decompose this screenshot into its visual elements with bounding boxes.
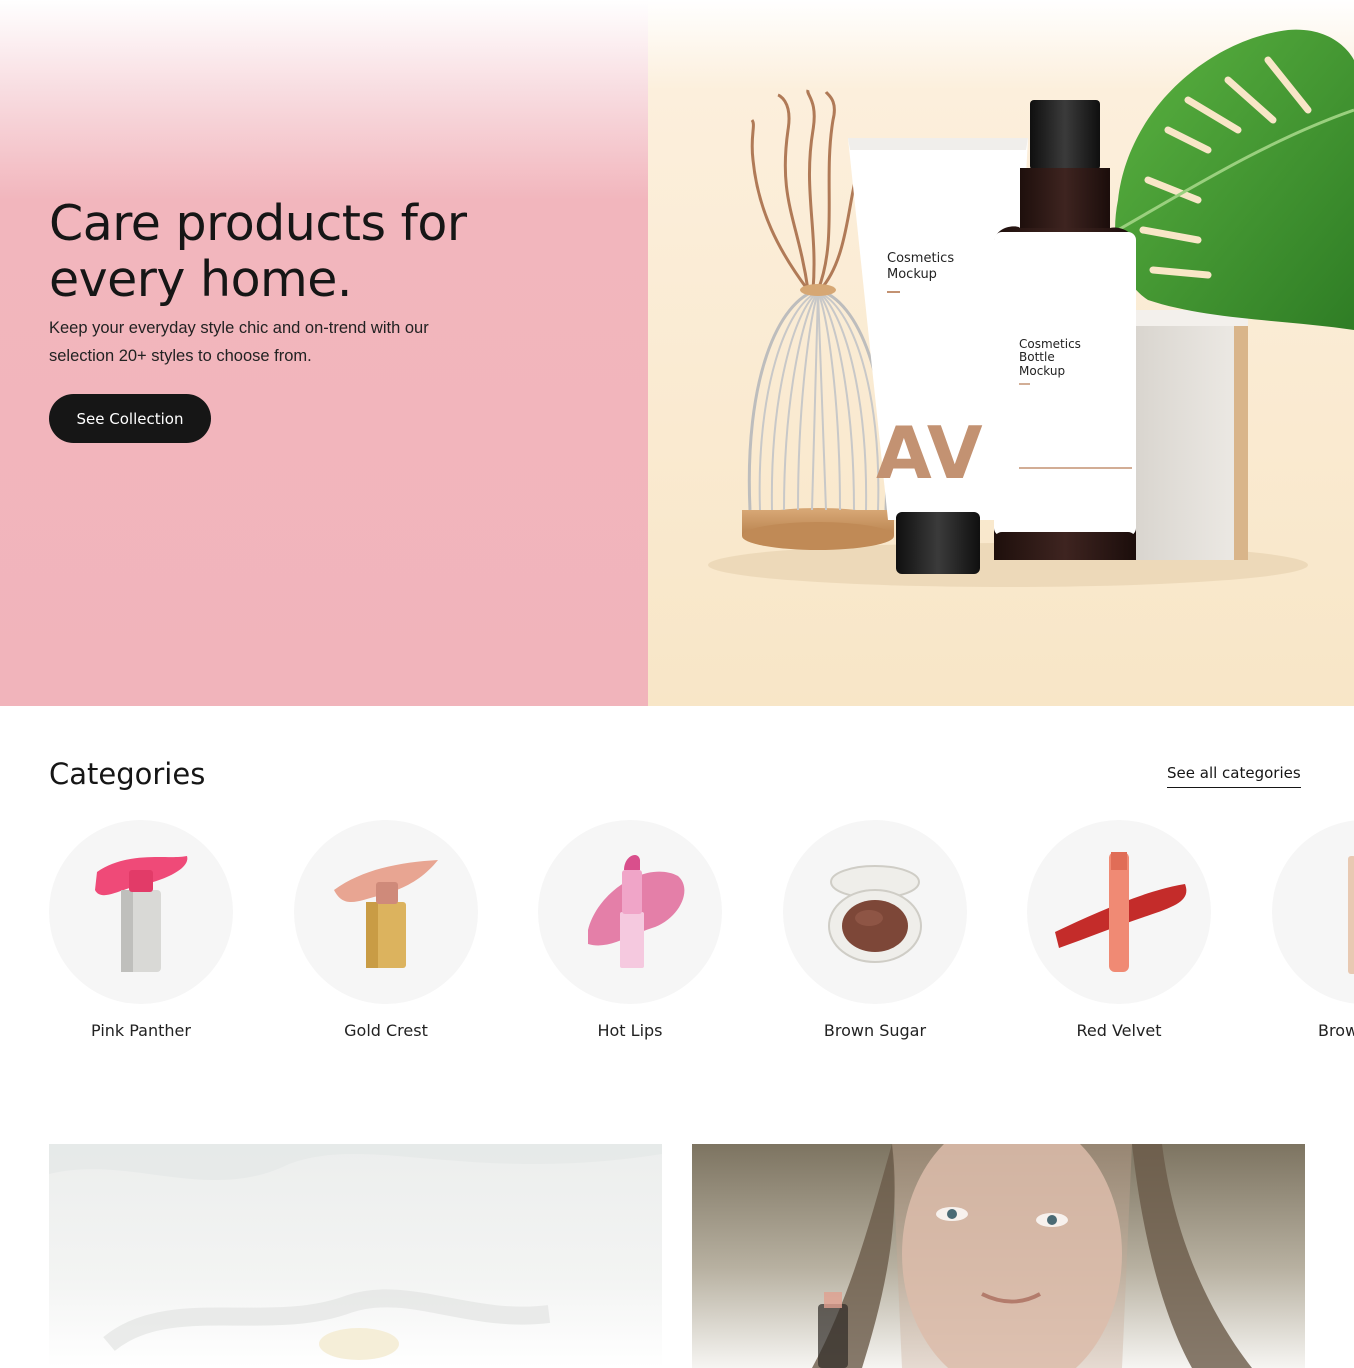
category-label: Gold Crest: [344, 1021, 428, 1040]
category-item-brow[interactable]: Brow: [1272, 820, 1354, 1042]
categories-title: Categories: [49, 757, 206, 791]
category-image: [538, 820, 722, 1004]
lip-tint-icon: [1055, 852, 1187, 972]
category-label: Red Velvet: [1076, 1021, 1162, 1040]
hero-title: Care products for every home.: [49, 195, 467, 308]
hero-product-image: Cosmetics Mockup AV Cosmetics Bottle Moc…: [708, 29, 1354, 587]
tube-monogram: AV: [876, 411, 983, 495]
category-label: Hot Lips: [597, 1021, 663, 1040]
category-image: [1027, 820, 1211, 1004]
category-item-red-velvet[interactable]: Red Velvet: [1027, 820, 1211, 1042]
category-item-pink-panther[interactable]: Pink Panther: [49, 820, 233, 1042]
category-image: [49, 820, 233, 1004]
category-label: Brown Sugar: [823, 1021, 927, 1040]
see-all-categories-link[interactable]: See all categories: [1167, 762, 1301, 788]
category-item-hot-lips[interactable]: Hot Lips: [538, 820, 722, 1042]
category-label: Brow: [1318, 1021, 1354, 1040]
blush-stick-icon: [334, 860, 438, 968]
hero-text-panel: Care products for every home. Keep your …: [0, 0, 648, 706]
brow-pencil-icon: [1348, 856, 1354, 974]
promo-card-left[interactable]: [49, 1144, 662, 1368]
category-item-brown-sugar[interactable]: Brown Sugar: [783, 820, 967, 1042]
category-label: Pink Panther: [91, 1021, 191, 1040]
category-image: [294, 820, 478, 1004]
hero-image-panel: Cosmetics Mockup AV Cosmetics Bottle Moc…: [648, 0, 1354, 706]
lipstick-icon: [588, 855, 685, 968]
compact-powder-icon: [828, 865, 922, 963]
tube-label-line2: Mockup: [887, 267, 937, 282]
hero-subtitle: Keep your everyday style chic and on-tre…: [49, 319, 429, 365]
bottle-label-line2: Bottle: [1019, 350, 1055, 364]
lipstick-stick-icon: [95, 856, 188, 972]
category-image: [1272, 820, 1354, 1004]
promo-image-left: [49, 1144, 662, 1360]
promo-image-right: [812, 1144, 1252, 1368]
bottle-label-line1: Cosmetics: [1019, 337, 1081, 351]
tube-label-line1: Cosmetics: [887, 251, 954, 266]
hero-section: Care products for every home. Keep your …: [0, 0, 1354, 706]
leaf-shape: [1115, 29, 1354, 330]
category-image: [783, 820, 967, 1004]
see-collection-button[interactable]: See Collection: [49, 394, 211, 443]
category-item-gold-crest[interactable]: Gold Crest: [294, 820, 478, 1042]
categories-list: Pink Panther Gold Crest Hot Lips Brown S…: [0, 820, 1354, 1060]
bottle-label-line3: Mockup: [1019, 364, 1065, 378]
promo-card-right[interactable]: [692, 1144, 1305, 1368]
